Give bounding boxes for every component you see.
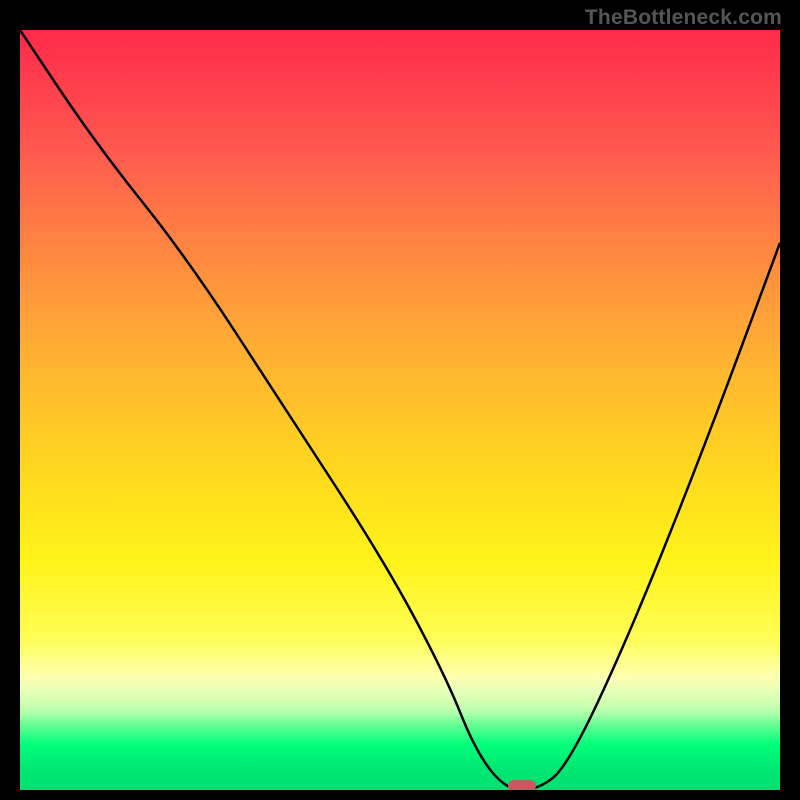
- bottleneck-curve-svg: [20, 30, 780, 790]
- chart-frame: TheBottleneck.com: [0, 0, 800, 800]
- bottleneck-curve-path: [20, 30, 780, 790]
- optimal-marker: [508, 780, 536, 790]
- watermark-text: TheBottleneck.com: [585, 6, 782, 30]
- plot-area: [20, 30, 780, 790]
